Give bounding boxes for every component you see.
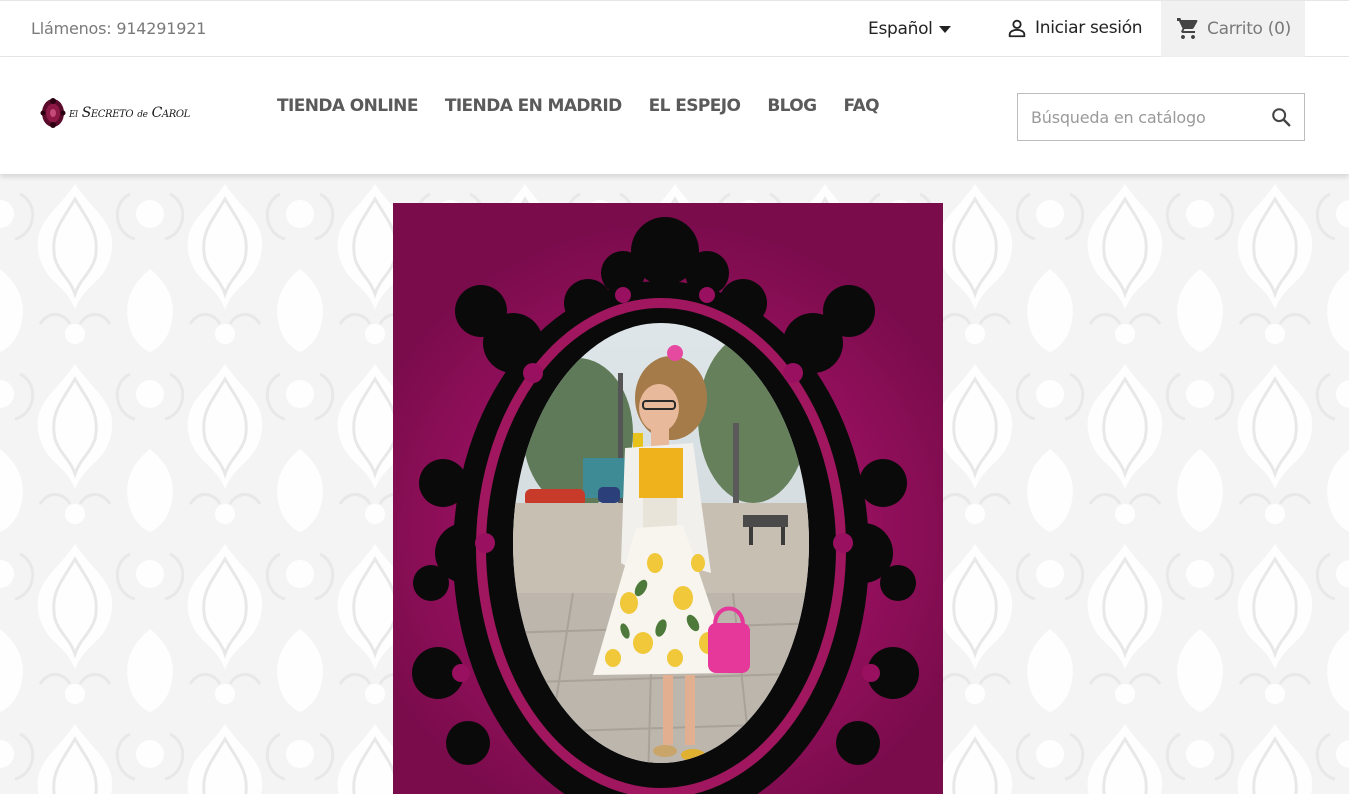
nav-item-blog[interactable]: BLOG	[767, 96, 817, 116]
nav-item-tienda-en-madrid[interactable]: TIENDA EN MADRID	[445, 96, 622, 116]
cart-icon	[1177, 18, 1198, 39]
logo-word-el: El	[69, 110, 78, 120]
search-box	[1017, 93, 1305, 141]
contact-phone: Llámenos: 914291921	[31, 19, 207, 38]
user-icon	[1008, 19, 1026, 38]
mirror-illustration	[412, 217, 919, 794]
nav-item-faq[interactable]: FAQ	[844, 96, 880, 116]
main-header: El Secreto de Carol TIENDA ONLINE TIENDA…	[0, 57, 1349, 174]
cart-label: Carrito (0)	[1207, 19, 1291, 39]
caret-down-icon	[938, 25, 951, 33]
cart-button[interactable]: Carrito (0)	[1161, 1, 1305, 57]
nav-item-el-espejo[interactable]: EL ESPEJO	[649, 96, 741, 116]
language-label: Español	[868, 19, 933, 39]
main-nav: TIENDA ONLINE TIENDA EN MADRID EL ESPEJO…	[277, 96, 880, 116]
logo-word-carol: Carol	[151, 105, 191, 121]
login-label: Iniciar sesión	[1035, 18, 1143, 38]
mirror-banner[interactable]	[393, 203, 943, 794]
search-input[interactable]	[1018, 95, 1263, 139]
top-bar: Llámenos: 914291921 Español Iniciar sesi…	[0, 0, 1349, 57]
search-icon	[1272, 108, 1291, 127]
content-area	[0, 174, 1349, 794]
logo-word-secreto: Secreto	[81, 105, 134, 121]
nav-item-tienda-online[interactable]: TIENDA ONLINE	[277, 96, 418, 116]
site-logo[interactable]: El Secreto de Carol	[40, 97, 190, 129]
logo-text: El Secreto de Carol	[69, 105, 190, 121]
search-button[interactable]	[1263, 95, 1299, 139]
logo-word-de: de	[137, 110, 148, 120]
logo-emblem-icon	[40, 98, 66, 128]
login-link[interactable]: Iniciar sesión	[1006, 17, 1143, 39]
language-selector[interactable]: Español	[868, 19, 951, 39]
